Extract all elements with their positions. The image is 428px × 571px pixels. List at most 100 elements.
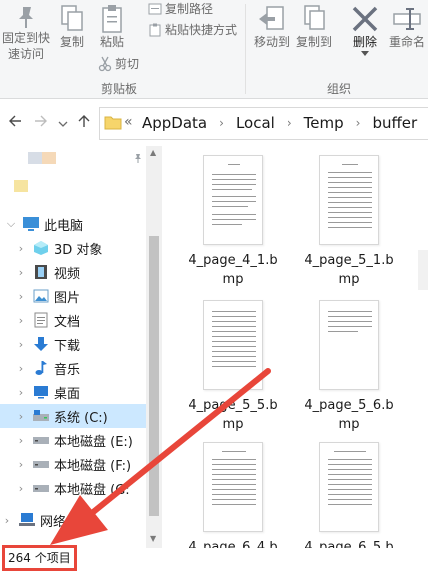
partial-file-item[interactable] — [418, 250, 428, 290]
music-note-icon — [32, 359, 50, 377]
tree-item-label: 桌面 — [54, 386, 81, 402]
tree-item-label: 3D 对象 — [54, 242, 103, 258]
pin-quick-access-button[interactable]: 固定到快速访问 — [0, 4, 52, 62]
tree-item-videos[interactable]: › 视频 — [0, 260, 146, 284]
paste-button[interactable]: 粘贴 — [96, 4, 128, 51]
file-thumbnail — [319, 442, 379, 532]
move-to-icon — [259, 6, 284, 30]
copy-path-label: 复制路径 — [165, 2, 214, 16]
copy-icon — [61, 5, 83, 31]
file-item[interactable]: 4_page_4_1.bmp — [178, 155, 288, 289]
nav-pane-scrollbar[interactable]: ▲ ▼ — [146, 146, 162, 548]
tree-item-system-drive[interactable]: › 系统 (C:) — [0, 404, 146, 428]
tree-item-documents[interactable]: › 文档 — [0, 308, 146, 332]
chevron-right-icon[interactable]: › — [14, 338, 28, 351]
drive-icon — [32, 455, 50, 473]
chevron-right-icon[interactable]: › — [14, 314, 28, 327]
copy-to-icon — [304, 5, 325, 30]
delete-button[interactable]: 删除 — [348, 4, 382, 56]
file-item[interactable]: 4_page_5_6.bmp — [294, 300, 404, 434]
forward-button[interactable] — [34, 112, 48, 133]
breadcrumb-overflow[interactable]: « — [124, 114, 133, 130]
pin-icon — [19, 7, 33, 28]
dropdown-arrow-icon — [361, 51, 369, 56]
system-drive-icon — [32, 407, 50, 425]
scroll-up-icon[interactable]: ▲ — [150, 148, 156, 157]
file-item[interactable]: 4_page_5_1.bmp — [294, 155, 404, 289]
scroll-down-icon[interactable]: ▼ — [150, 534, 156, 543]
tree-item-pictures[interactable]: › 图片 — [0, 284, 146, 308]
document-icon — [32, 311, 50, 329]
file-item[interactable]: 4_page_5_5.bmp — [178, 300, 288, 434]
tree-item-downloads[interactable]: › 下载 — [0, 332, 146, 356]
quick-access-blurred-icon — [28, 152, 56, 164]
file-name: 4_page_5_5.bmp — [188, 398, 278, 432]
picture-icon — [32, 287, 50, 305]
tree-item-label: 本地磁盘 (G: — [54, 482, 130, 498]
tree-item-music[interactable]: › 音乐 — [0, 356, 146, 380]
chevron-down-icon — [58, 121, 68, 127]
move-to-button[interactable]: 移动到 — [253, 4, 291, 51]
chevron-right-icon[interactable]: › — [14, 434, 28, 447]
pin-icon[interactable] — [133, 153, 143, 163]
cut-button[interactable]: 剪切 — [98, 55, 139, 72]
file-thumbnail — [203, 155, 263, 245]
chevron-right-icon[interactable]: › — [14, 386, 28, 399]
tree-item-drive-e[interactable]: › 本地磁盘 (E:) — [0, 428, 146, 452]
tree-item-drive-g[interactable]: › 本地磁盘 (G: — [0, 476, 146, 500]
breadcrumb-temp[interactable]: Temp — [304, 114, 344, 132]
breadcrumb-appdata[interactable]: AppData — [142, 114, 207, 132]
tree-item-label: 本地磁盘 (F:) — [54, 458, 132, 474]
rename-button[interactable]: 重命名 — [386, 4, 428, 51]
chevron-right-icon[interactable]: › — [14, 410, 28, 423]
chevron-right-icon[interactable]: › — [14, 290, 28, 303]
delete-label: 删除 — [352, 35, 377, 49]
ribbon-divider — [245, 4, 246, 94]
tree-item-drive-f[interactable]: › 本地磁盘 (F:) — [0, 452, 146, 476]
tree-item-label: 下载 — [54, 338, 81, 354]
back-button[interactable] — [8, 112, 22, 133]
desktop-icon — [32, 383, 50, 401]
up-arrow-icon — [78, 115, 90, 127]
copy-path-icon — [148, 3, 162, 14]
paste-shortcut-label: 粘贴快捷方式 — [165, 23, 238, 37]
scrollbar-thumb[interactable] — [149, 236, 159, 516]
copy-to-label: 复制到 — [295, 35, 332, 49]
chevron-right-icon[interactable]: › — [14, 242, 28, 255]
chevron-down-icon[interactable]: ⌵ — [4, 217, 18, 231]
tree-item-network[interactable]: › 网络 — [0, 508, 146, 532]
ribbon: 固定到快速访问 复制 粘贴 复制路径 粘贴快捷方式 剪切 剪贴板 移动到 复制到… — [0, 0, 428, 99]
chevron-right-icon: › — [355, 116, 361, 130]
copy-label: 复制 — [59, 35, 84, 49]
tree-item-label: 视频 — [54, 266, 81, 282]
tree-item-label: 音乐 — [54, 362, 81, 378]
paste-shortcut-button[interactable]: 粘贴快捷方式 — [148, 21, 237, 38]
breadcrumb-buffer[interactable]: buffer — [372, 114, 417, 132]
recent-locations-button[interactable] — [58, 113, 68, 134]
breadcrumb-local[interactable]: Local — [236, 114, 275, 132]
chevron-right-icon[interactable]: › — [14, 266, 28, 279]
back-arrow-icon — [9, 115, 21, 127]
copy-path-button[interactable]: 复制路径 — [148, 0, 213, 17]
chevron-right-icon[interactable]: › — [14, 458, 28, 471]
quick-access-folder-icon — [14, 180, 28, 192]
file-name: 4_page_5_1.bmp — [304, 253, 394, 287]
up-button[interactable] — [77, 112, 91, 133]
chevron-right-icon[interactable]: › — [14, 362, 28, 375]
download-arrow-icon — [32, 335, 50, 353]
chevron-right-icon[interactable]: › — [14, 482, 28, 495]
clipboard-icon — [102, 5, 122, 33]
chevron-right-icon[interactable]: › — [0, 514, 14, 527]
tree-item-this-pc[interactable]: ⌵ 此电脑 — [0, 212, 146, 236]
copy-to-button[interactable]: 复制到 — [294, 4, 334, 51]
tree-item-3d-objects[interactable]: › 3D 对象 — [0, 236, 146, 260]
tree-item-label: 本地磁盘 (E:) — [54, 434, 133, 450]
forward-arrow-icon — [35, 115, 47, 127]
tree-item-desktop[interactable]: › 桌面 — [0, 380, 146, 404]
file-thumbnail — [203, 442, 263, 532]
tree-item-label: 系统 (C:) — [54, 410, 108, 426]
copy-button[interactable]: 复制 — [56, 4, 88, 51]
drive-icon — [32, 431, 50, 449]
move-to-label: 移动到 — [253, 35, 290, 49]
chevron-right-icon: › — [286, 116, 292, 130]
